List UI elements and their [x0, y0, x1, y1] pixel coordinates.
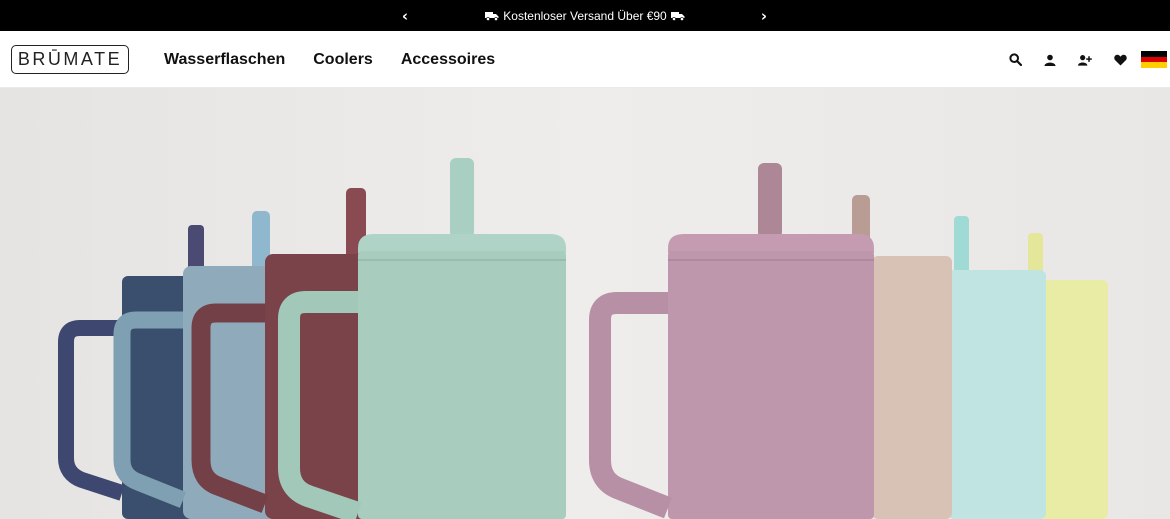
hero-image: [0, 88, 1170, 519]
header-icons: [987, 31, 1167, 88]
announcement-prev-button[interactable]: ‹: [395, 0, 415, 31]
brumate-logo[interactable]: BRŪMATE: [11, 45, 129, 74]
search-icon[interactable]: [1008, 53, 1022, 67]
site-header: BRŪMATE Wasserflaschen Coolers Accessoir…: [0, 31, 1170, 88]
nav-item-wasserflaschen[interactable]: Wasserflaschen: [164, 51, 285, 69]
hero-tumblers-illustration: [0, 88, 1170, 519]
announcement-bar: ‹ Kostenloser Versand Über €90 ›: [0, 0, 1170, 31]
wishlist-heart-icon[interactable]: [1113, 53, 1127, 67]
truck-icon: [485, 11, 499, 21]
account-icon[interactable]: [1043, 53, 1057, 67]
announcement-text: Kostenloser Versand Über €90: [503, 8, 667, 23]
main-nav: Wasserflaschen Coolers Accessoires: [164, 31, 523, 88]
announcement-next-button[interactable]: ›: [754, 0, 774, 31]
announcement-message: Kostenloser Versand Über €90: [420, 0, 750, 31]
nav-item-accessoires[interactable]: Accessoires: [401, 51, 495, 69]
truck-icon: [670, 11, 685, 21]
add-user-icon[interactable]: [1078, 53, 1092, 67]
nav-item-coolers[interactable]: Coolers: [313, 51, 373, 69]
germany-flag-icon[interactable]: [1141, 51, 1167, 69]
logo-text: BRŪMATE: [17, 49, 123, 69]
